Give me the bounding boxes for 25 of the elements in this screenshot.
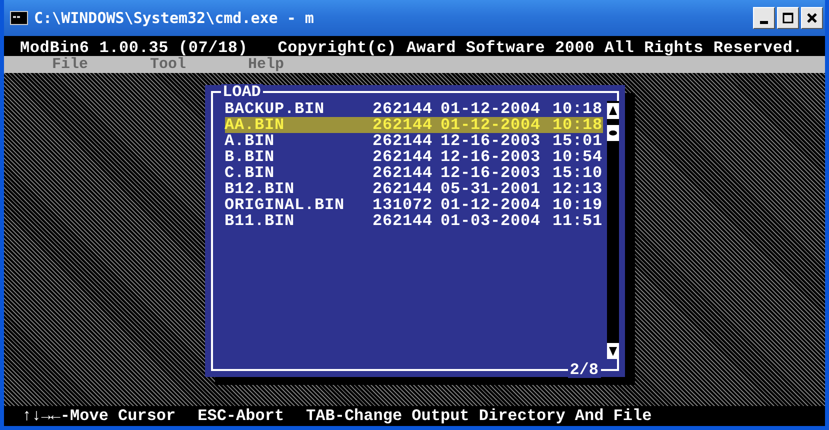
scroll-up-icon[interactable] <box>606 103 618 119</box>
file-row[interactable]: C.BIN 262144 12-16-2003 15:10 <box>224 165 602 181</box>
maximize-button[interactable] <box>777 7 799 29</box>
file-row[interactable]: B11.BIN 262144 01-03-2004 11:51 <box>224 213 602 229</box>
close-button[interactable] <box>801 7 823 29</box>
window-title: C:\WINDOWS\System32\cmd.exe - m <box>34 9 314 27</box>
file-row[interactable]: A.BIN 262144 12-16-2003 15:01 <box>224 133 602 149</box>
file-row[interactable]: ORIGINAL.BIN 131072 01-12-2004 10:19 <box>224 197 602 213</box>
file-row[interactable]: B12.BIN 262144 05-31-2001 12:13 <box>224 181 602 197</box>
minimize-button[interactable] <box>753 7 775 29</box>
scrollbar[interactable] <box>606 101 618 359</box>
key-hint: TAB-Change Output Directory And File <box>306 408 652 424</box>
close-icon <box>806 12 818 24</box>
page-counter: 2/8 <box>568 362 600 378</box>
console-icon <box>10 11 28 25</box>
scroll-down-icon[interactable] <box>606 343 618 359</box>
key-hint: ESC-Abort <box>198 408 284 424</box>
maximize-icon <box>782 12 794 24</box>
file-row[interactable]: BACKUP.BIN 262144 01-12-2004 10:18 <box>224 101 602 117</box>
minimize-icon <box>760 20 768 24</box>
file-row[interactable]: B.BIN 262144 12-16-2003 10:54 <box>224 149 602 165</box>
key-hint: ↑↓→←-Move Cursor <box>22 408 176 424</box>
program-version: ModBin6 1.00.35 (07/18) <box>20 40 248 56</box>
scroll-thumb-icon[interactable] <box>606 125 618 141</box>
copyright-text: Copyright(c) Award Software 2000 All Rights Reserved. <box>278 40 803 56</box>
